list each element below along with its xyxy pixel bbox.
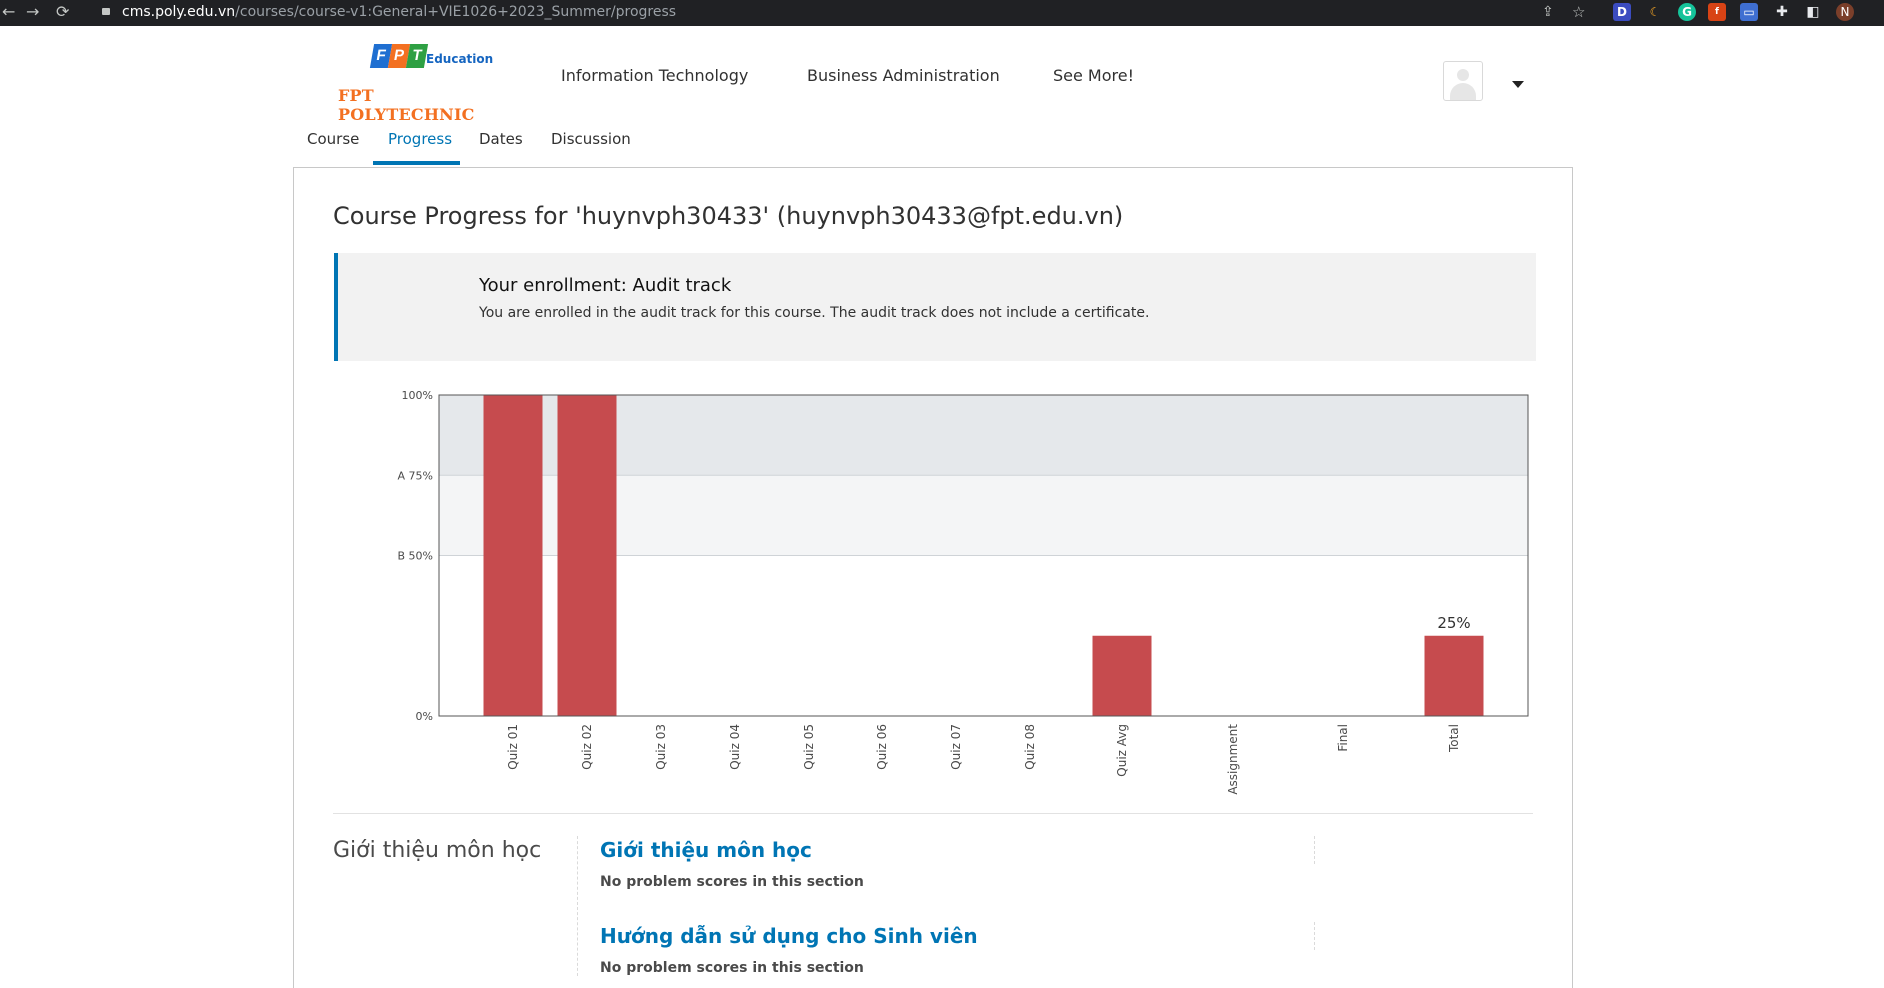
nav-business-administration[interactable]: Business Administration — [807, 66, 1000, 85]
extension-grammarly-icon[interactable]: G — [1678, 3, 1696, 21]
nav-see-more[interactable]: See More! — [1053, 66, 1134, 85]
enrollment-alert: Your enrollment: Audit track You are enr… — [334, 253, 1536, 361]
extension-d-icon[interactable]: D — [1613, 3, 1631, 21]
bookmark-star-icon[interactable]: ☆ — [1572, 2, 1585, 22]
user-menu-dropdown-icon[interactable] — [1512, 81, 1524, 88]
profile-avatar-icon[interactable]: N — [1836, 3, 1854, 21]
user-avatar[interactable] — [1443, 61, 1483, 101]
avatar-body-shape — [1450, 83, 1476, 100]
extension-moon-icon[interactable]: ☾ — [1646, 3, 1664, 21]
extension-fpt-icon[interactable]: f — [1708, 3, 1726, 21]
tab-discussion[interactable]: Discussion — [551, 130, 631, 148]
url-host: cms.poly.edu.vn — [122, 4, 236, 20]
tab-course[interactable]: Course — [307, 130, 359, 148]
lock-icon — [102, 8, 110, 15]
fpt-polytechnic-logo[interactable]: F P T Education FPT POLYTECHNIC — [336, 44, 512, 124]
share-icon[interactable]: ⇪ — [1542, 2, 1554, 22]
logo-education-text: Education — [426, 52, 494, 66]
section-separator — [1314, 836, 1315, 864]
forward-icon[interactable]: → — [26, 2, 39, 22]
nav-information-technology[interactable]: Information Technology — [561, 66, 748, 85]
section-score-note: No problem scores in this section — [600, 960, 864, 976]
extensions-puzzle-icon[interactable]: ✚ — [1773, 3, 1791, 21]
chapter-heading: Giới thiệu môn học — [333, 838, 542, 863]
section-link[interactable]: Giới thiệu môn học — [600, 838, 812, 862]
url-path: /courses/course-v1:General+VIE1026+2023_… — [235, 4, 677, 20]
browser-toolbar: ← → ⟳ cms.poly.edu.vn/courses/course-v1:… — [0, 0, 1884, 26]
avatar-head-shape — [1457, 69, 1469, 81]
chapter-separator — [577, 836, 578, 976]
active-tab-indicator — [373, 161, 460, 165]
section-link[interactable]: Hướng dẫn sử dụng cho Sinh viên — [600, 924, 978, 948]
enrollment-alert-title: Your enrollment: Audit track — [479, 275, 732, 296]
address-bar[interactable]: cms.poly.edu.vn/courses/course-v1:Genera… — [122, 3, 676, 21]
section-divider — [333, 813, 1533, 814]
section-separator — [1314, 922, 1315, 950]
tab-progress[interactable]: Progress — [388, 130, 452, 148]
logo-tile-t: T — [405, 44, 429, 68]
logo-polytechnic-text: FPT POLYTECHNIC — [338, 86, 475, 124]
back-icon[interactable]: ← — [2, 2, 15, 22]
enrollment-alert-body: You are enrolled in the audit track for … — [479, 305, 1150, 321]
section-score-note: No problem scores in this section — [600, 874, 864, 890]
page-title: Course Progress for 'huynvph30433' (huyn… — [333, 202, 1124, 230]
reload-icon[interactable]: ⟳ — [56, 2, 69, 22]
tab-dates[interactable]: Dates — [479, 130, 523, 148]
side-panel-icon[interactable]: ◧ — [1804, 3, 1822, 21]
extension-screen-icon[interactable]: ▭ — [1740, 3, 1758, 21]
